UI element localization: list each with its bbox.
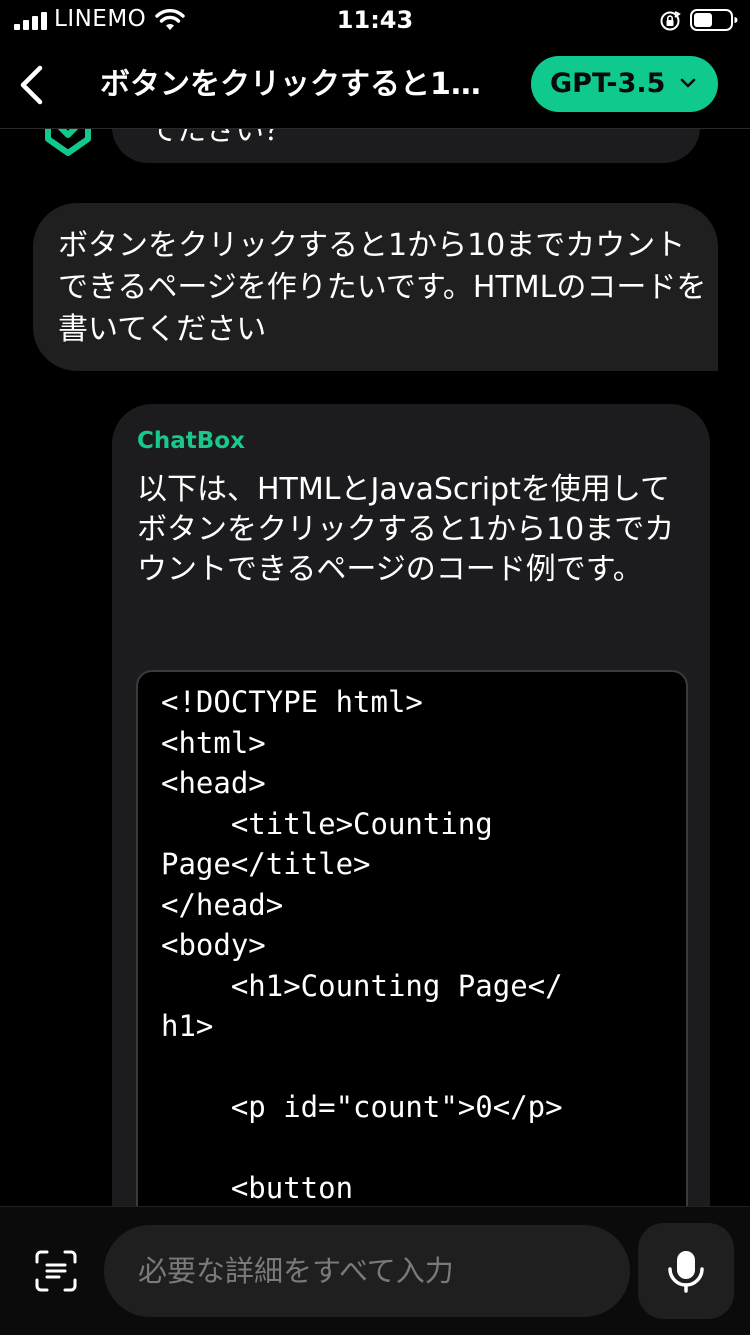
user-message-text: ボタンをクリックすると1から10までカウントできるページを作りたいです。HTML… bbox=[58, 228, 707, 347]
microphone-button[interactable] bbox=[638, 1223, 734, 1319]
battery-icon bbox=[690, 9, 738, 31]
bot-message-text: 以下は、HTMLとJavaScriptを使用してボタンをクリックすると1から10… bbox=[137, 472, 675, 587]
back-chevron-icon[interactable] bbox=[10, 60, 54, 110]
bot-message: ChatBox 以下は、HTMLとJavaScriptを使用してボタンをクリック… bbox=[112, 404, 710, 1206]
chevron-down-icon bbox=[680, 78, 696, 88]
carrier-name: LINEMO bbox=[54, 6, 147, 32]
code-block[interactable]: <!DOCTYPE html> <html> <head> <title>Cou… bbox=[136, 670, 688, 1206]
status-bar: LINEMO 11:43 bbox=[0, 0, 750, 42]
microphone-icon bbox=[668, 1251, 704, 1293]
message-input[interactable] bbox=[104, 1225, 630, 1317]
previous-bot-message: てたさい？ bbox=[112, 129, 700, 163]
code-content: <!DOCTYPE html> <html> <head> <title>Cou… bbox=[161, 685, 563, 1205]
user-message: ボタンをクリックすると1から10までカウントできるページを作りたいです。HTML… bbox=[33, 203, 718, 371]
input-bar bbox=[0, 1206, 750, 1335]
orientation-lock-icon bbox=[660, 11, 681, 31]
model-label: GPT-3.5 bbox=[550, 68, 666, 99]
conversation-title: ボタンをクリックすると1… bbox=[100, 67, 481, 102]
wifi-icon bbox=[155, 9, 185, 30]
cellular-signal-icon bbox=[14, 12, 47, 30]
model-selector-button[interactable]: GPT-3.5 bbox=[531, 56, 718, 112]
scan-text-icon[interactable] bbox=[34, 1249, 78, 1293]
chatbox-logo-icon bbox=[45, 129, 91, 156]
bot-name: ChatBox bbox=[137, 428, 245, 454]
chat-scroll-area[interactable]: てたさい？ ボタンをクリックすると1から10までカウントできるページを作りたいで… bbox=[0, 129, 750, 1206]
previous-message-text: てたさい？ bbox=[148, 129, 294, 147]
chat-header: ボタンをクリックすると1… GPT-3.5 bbox=[0, 42, 750, 129]
